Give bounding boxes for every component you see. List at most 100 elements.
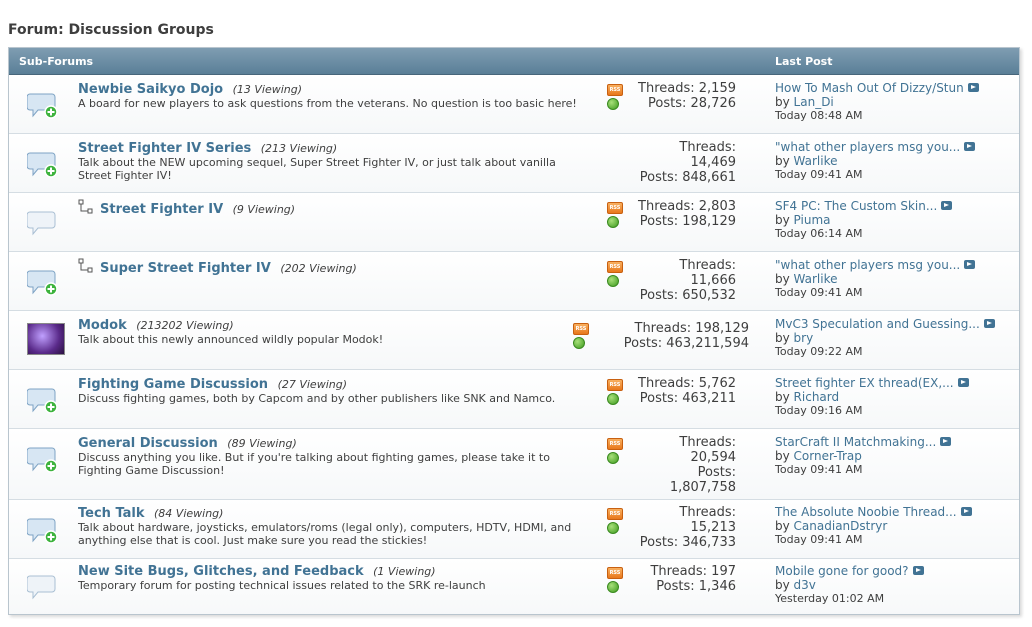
last-post-link[interactable]: "what other players msg you... — [775, 258, 960, 272]
page-title: Forum: Discussion Groups — [8, 22, 214, 38]
last-post-link[interactable]: The Absolute Noobie Thread... — [775, 505, 957, 519]
last-post-time: Today 09:41 AM — [775, 286, 863, 299]
forum-title-link[interactable]: Street Fighter IV Series — [78, 141, 251, 156]
forum-row-super-street-fighter-iv: Super Street Fighter IV (202 Viewing) RS… — [9, 252, 1019, 311]
rss-icon[interactable]: RSS — [607, 261, 623, 273]
viewing-count: (89 Viewing) — [227, 437, 297, 450]
viewing-count: (27 Viewing) — [277, 378, 347, 391]
chat-bubble-icon — [27, 572, 59, 602]
header-sub-forums: Sub-Forums — [19, 55, 94, 68]
by-label: by — [775, 331, 790, 345]
last-post-user[interactable]: d3v — [794, 578, 816, 592]
forum-title-link[interactable]: Street Fighter IV — [100, 202, 223, 217]
last-post-user[interactable]: Corner-Trap — [794, 449, 862, 463]
last-post-user[interactable]: Warlike — [794, 272, 838, 286]
forum-title-link[interactable]: Tech Talk — [78, 506, 145, 521]
last-post-user[interactable]: bry — [794, 331, 814, 345]
threads-count: Threads: 197 — [650, 564, 736, 579]
by-label: by — [775, 154, 790, 168]
posts-count: Posts: 198,129 — [639, 214, 736, 229]
threads-count: 15,213 — [690, 520, 737, 535]
go-to-post-icon[interactable] — [940, 437, 952, 446]
posts-count: Posts: 346,733 — [639, 535, 736, 550]
last-post-link[interactable]: StarCraft II Matchmaking... — [775, 435, 936, 449]
by-label: by — [775, 213, 790, 227]
rss-icon[interactable]: RSS — [607, 567, 623, 579]
go-to-post-icon[interactable] — [983, 319, 995, 328]
rss-icon[interactable]: RSS — [607, 438, 623, 450]
forum-title-link[interactable]: Modok — [78, 318, 127, 333]
viewing-count: (9 Viewing) — [232, 203, 296, 216]
go-to-post-icon[interactable] — [964, 260, 976, 269]
status-ok-icon — [573, 337, 585, 349]
go-to-post-icon[interactable] — [912, 566, 924, 575]
threads-count: 14,469 — [690, 155, 737, 170]
last-post-time: Today 06:14 AM — [775, 227, 863, 240]
forum-row-general-discussion: General Discussion (89 Viewing) Discuss … — [9, 429, 1019, 500]
rss-icon[interactable]: RSS — [607, 508, 623, 520]
forum-row-fighting-game-discussion: Fighting Game Discussion (27 Viewing) Di… — [9, 370, 1019, 429]
threads-count: Threads: 2,159 — [638, 81, 736, 96]
chat-bubble-icon — [27, 208, 59, 238]
last-post-link[interactable]: Mobile gone for good? — [775, 564, 909, 578]
header-last-post: Last Post — [775, 55, 833, 68]
forum-description: Discuss fighting games, both by Capcom a… — [78, 392, 556, 405]
chat-bubble-plus-icon — [27, 515, 59, 545]
status-ok-icon — [607, 452, 619, 464]
go-to-post-icon[interactable] — [941, 201, 953, 210]
by-label: by — [775, 578, 790, 592]
go-to-post-icon[interactable] — [967, 83, 979, 92]
status-ok-icon — [607, 216, 619, 228]
posts-label: Posts: — [697, 465, 736, 480]
go-to-post-icon[interactable] — [957, 378, 969, 387]
forum-row-newbie-saikyo-dojo: Newbie Saikyo Dojo (13 Viewing) A board … — [9, 75, 1019, 134]
last-post-user[interactable]: CanadianDstryr — [794, 519, 888, 533]
rss-icon[interactable]: RSS — [607, 84, 623, 96]
last-post-user[interactable]: Richard — [794, 390, 840, 404]
viewing-count: (213202 Viewing) — [136, 319, 234, 332]
forum-description: A board for new players to ask questions… — [78, 97, 577, 110]
forum-title-link[interactable]: Fighting Game Discussion — [78, 377, 268, 392]
forum-title-link[interactable]: Super Street Fighter IV — [100, 261, 271, 276]
posts-count: 1,807,758 — [669, 480, 736, 495]
chat-bubble-plus-icon — [27, 444, 59, 474]
last-post-time: Yesterday 01:02 AM — [775, 592, 885, 605]
forum-description: Talk about hardware, joysticks, emulator… — [78, 521, 572, 547]
by-label: by — [775, 519, 790, 533]
go-to-post-icon[interactable] — [964, 142, 976, 151]
last-post-link[interactable]: How To Mash Out Of Dizzy/Stun — [775, 81, 964, 95]
rss-icon[interactable]: RSS — [573, 323, 589, 335]
threads-label: Threads: — [679, 258, 736, 273]
threads-count: 11,666 — [690, 273, 737, 288]
forum-title-link[interactable]: General Discussion — [78, 436, 218, 451]
rss-icon[interactable]: RSS — [607, 202, 623, 214]
threads-label: Threads: — [679, 435, 736, 450]
forum-description: Talk about this newly announced wildly p… — [78, 333, 384, 346]
subforum-icon — [78, 258, 94, 277]
last-post-link[interactable]: Street fighter EX thread(EX,... — [775, 376, 954, 390]
chat-bubble-plus-icon — [27, 90, 59, 120]
last-post-link[interactable]: "what other players msg you... — [775, 140, 960, 154]
forum-description: Temporary forum for posting technical is… — [78, 579, 486, 592]
threads-count: Threads: 5,762 — [638, 376, 736, 391]
rss-icon[interactable]: RSS — [607, 379, 623, 391]
forum-title-link[interactable]: Newbie Saikyo Dojo — [78, 82, 223, 97]
status-ok-icon — [607, 98, 619, 110]
subforum-icon — [78, 199, 94, 218]
forum-list: Sub-Forums Last Post Newbie Saikyo Dojo … — [8, 47, 1020, 615]
modok-image — [27, 323, 65, 355]
threads-count: Threads: 198,129 — [634, 321, 750, 336]
last-post-user[interactable]: Piuma — [794, 213, 831, 227]
table-header: Sub-Forums Last Post — [9, 48, 1019, 75]
go-to-post-icon[interactable] — [960, 507, 972, 516]
forum-row-modok: Modok (213202 Viewing) Talk about this n… — [9, 311, 1019, 370]
last-post-link[interactable]: SF4 PC: The Custom Skin... — [775, 199, 937, 213]
last-post-user[interactable]: Lan_Di — [794, 95, 834, 109]
viewing-count: (1 Viewing) — [373, 565, 436, 578]
viewing-count: (213 Viewing) — [260, 142, 338, 155]
by-label: by — [775, 390, 790, 404]
posts-count: Posts: 650,532 — [639, 288, 736, 303]
forum-title-link[interactable]: New Site Bugs, Glitches, and Feedback — [78, 564, 364, 579]
last-post-link[interactable]: MvC3 Speculation and Guessing... — [775, 317, 980, 331]
last-post-user[interactable]: Warlike — [794, 154, 838, 168]
